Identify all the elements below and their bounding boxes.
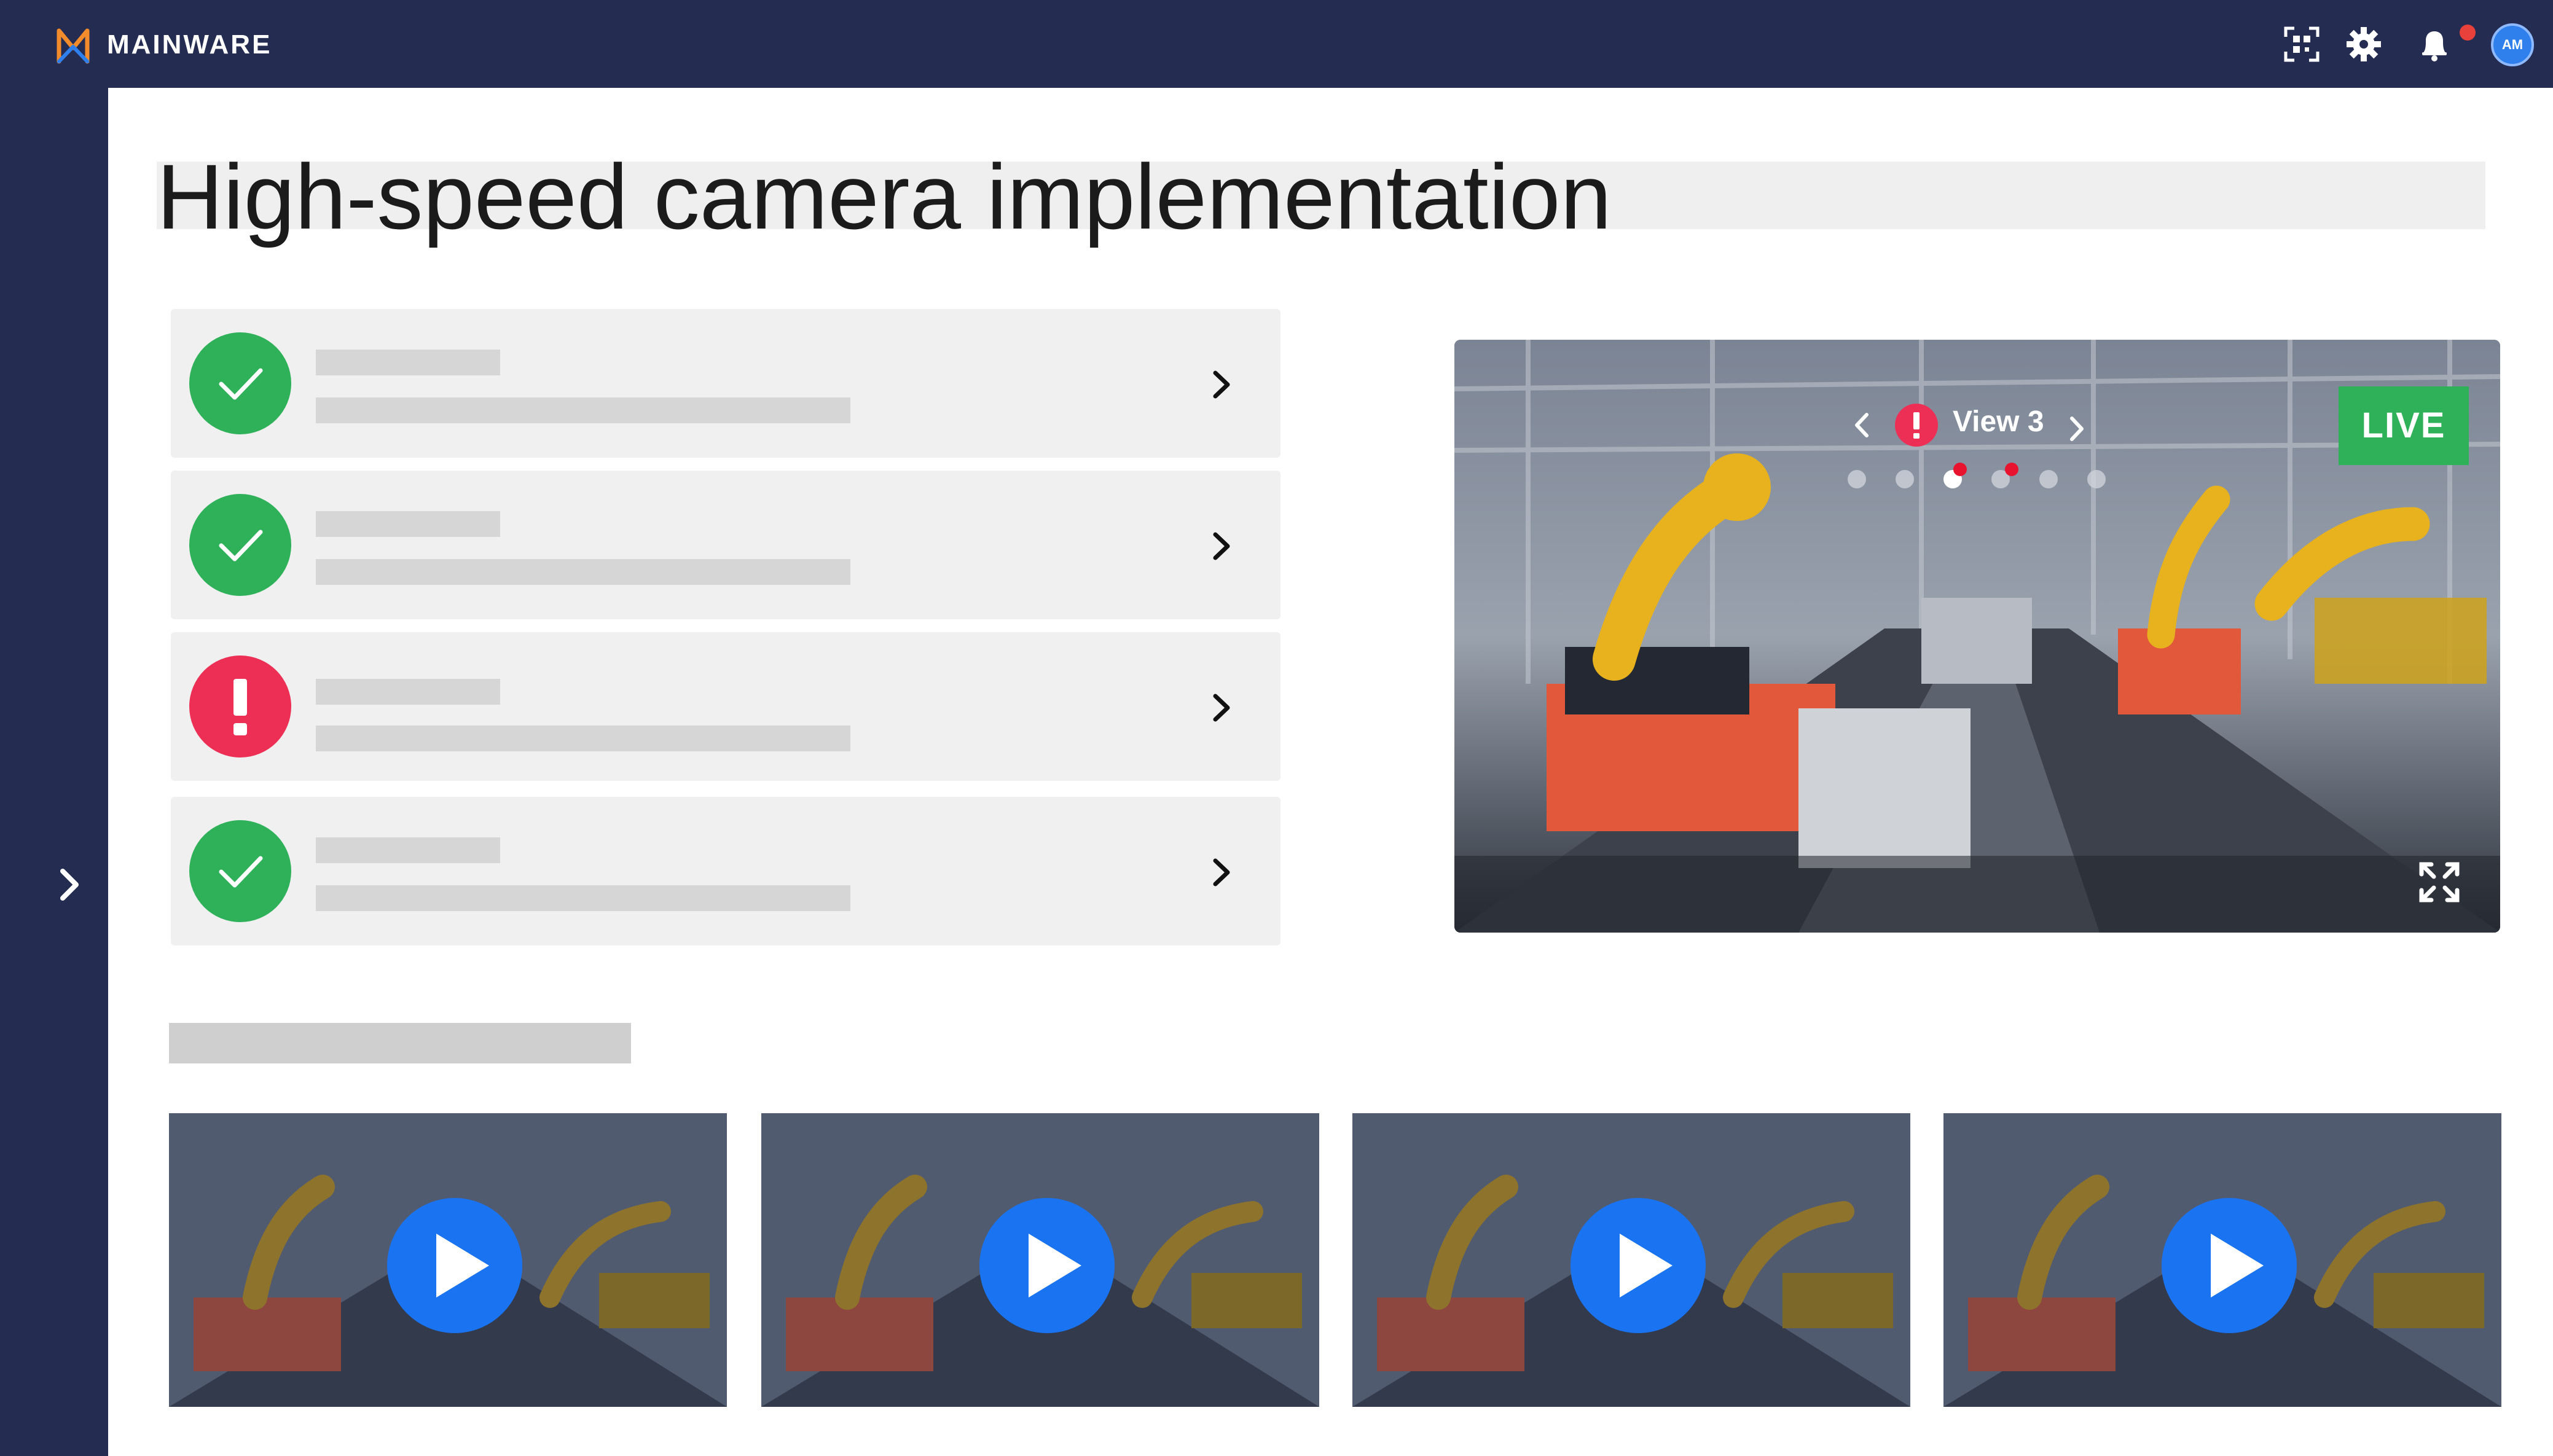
mainware-logo-icon[interactable] [55, 26, 91, 66]
status-error-icon [189, 656, 291, 757]
checklist-item[interactable] [171, 632, 1280, 781]
gear-icon[interactable] [2344, 25, 2383, 64]
status-ok-icon [189, 820, 291, 922]
play-button[interactable] [979, 1198, 1115, 1333]
chevron-right-icon[interactable] [1209, 369, 1234, 400]
status-ok-icon [189, 332, 291, 434]
view-label: View 3 [1953, 405, 2044, 438]
play-button[interactable] [387, 1198, 522, 1333]
status-ok-icon [189, 494, 291, 596]
fullscreen-icon[interactable] [2417, 859, 2462, 905]
chevron-right-icon[interactable] [1209, 531, 1234, 562]
brand-name[interactable]: MAINWARE [107, 29, 272, 60]
view-alert-dot [2005, 463, 2018, 476]
user-avatar[interactable]: AM [2491, 23, 2534, 66]
play-button[interactable] [1571, 1198, 1706, 1333]
play-icon [1029, 1234, 1081, 1297]
expand-sidebar-chevron-icon[interactable] [55, 866, 85, 903]
recording-thumbnail[interactable] [169, 1113, 727, 1407]
item-title-placeholder [316, 837, 500, 863]
page-title: High-speed camera implementation [157, 145, 1612, 248]
section-heading-placeholder [169, 1023, 631, 1063]
checklist-item[interactable] [171, 309, 1280, 458]
item-subtitle-placeholder [316, 885, 850, 911]
view-dot[interactable] [1848, 470, 1866, 488]
view-dot[interactable] [2087, 470, 2106, 488]
checklist-item[interactable] [171, 471, 1280, 619]
view-pagination [1848, 463, 2143, 493]
exclamation-icon [233, 679, 247, 735]
item-title-placeholder [316, 679, 500, 705]
item-title-placeholder [316, 350, 500, 375]
live-camera-view[interactable]: LIVE View 3 [1454, 340, 2500, 933]
item-subtitle-placeholder [316, 726, 850, 751]
play-icon [2211, 1234, 2264, 1297]
top-bar: MAINWARE AM [0, 0, 2553, 88]
view-dot[interactable] [2039, 470, 2058, 488]
chevron-right-icon[interactable] [1209, 692, 1234, 723]
check-icon [219, 856, 263, 888]
chevron-right-icon[interactable] [1209, 857, 1234, 888]
check-icon [219, 530, 263, 562]
play-icon [436, 1234, 489, 1297]
play-icon [1620, 1234, 1673, 1297]
play-button[interactable] [2162, 1198, 2297, 1333]
notification-badge [2460, 25, 2476, 41]
check-icon [219, 368, 263, 400]
recording-thumbnail[interactable] [1943, 1113, 2501, 1407]
view-switcher: View 3 [1851, 400, 2109, 453]
checklist-item[interactable] [171, 797, 1280, 945]
bell-icon[interactable] [2415, 25, 2454, 64]
item-title-placeholder [316, 511, 500, 537]
qr-scan-icon[interactable] [2282, 25, 2321, 64]
sidebar [0, 88, 108, 1456]
chevron-left-icon[interactable] [1851, 410, 1873, 440]
recording-thumbnail[interactable] [1352, 1113, 1910, 1407]
view-alert-dot [1953, 463, 1967, 476]
item-subtitle-placeholder [316, 397, 850, 423]
view-dot[interactable] [1896, 470, 1914, 488]
chevron-right-icon[interactable] [2066, 413, 2088, 444]
live-badge: LIVE [2339, 386, 2469, 465]
alert-icon [1895, 404, 1938, 447]
recording-thumbnail[interactable] [761, 1113, 1319, 1407]
item-subtitle-placeholder [316, 559, 850, 585]
